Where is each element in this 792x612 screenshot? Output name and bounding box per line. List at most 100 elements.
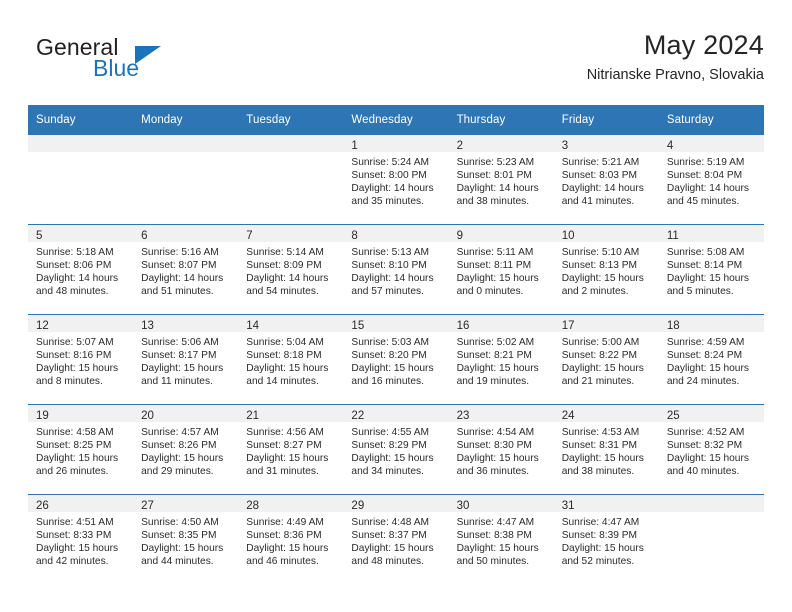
sunrise-text: Sunrise: 5:13 AM [351, 247, 430, 258]
calendar-day-cell[interactable]: 31 Sunrise: 4:47 AM Sunset: 8:39 PM Dayligh… [553, 494, 659, 584]
calendar-day-cell[interactable]: 10 Sunrise: 5:10 AM Sunset: 8:13 PM Dayligh… [553, 224, 659, 315]
daylight-text: Daylight: 14 hours and 48 minutes. [36, 273, 119, 298]
calendar-day-cell[interactable]: 11 Sunrise: 5:08 AM Sunset: 8:14 PM Dayligh… [658, 224, 764, 315]
day-17: 17 Sunrise: 5:00 AM Sunset: 8:22 PM Dayligh… [553, 315, 659, 404]
day-number-band: 15 [343, 315, 449, 332]
day-10: 10 Sunrise: 5:10 AM Sunset: 8:13 PM Dayligh… [553, 225, 659, 314]
daylight-text: Daylight: 15 hours and 40 minutes. [666, 453, 749, 478]
daylight-text: Daylight: 15 hours and 0 minutes. [456, 273, 539, 298]
day-details: Sunrise: 4:56 AM Sunset: 8:27 PM Daylight:… [238, 422, 343, 478]
weekday-header-monday: Monday [133, 105, 239, 135]
sunset-text: Sunset: 8:39 PM [561, 530, 638, 542]
day-number: 5 [36, 230, 43, 242]
calendar-day-cell[interactable]: 23 Sunrise: 4:54 AM Sunset: 8:30 PM Dayligh… [448, 404, 554, 495]
calendar-day-cell[interactable]: 29 Sunrise: 4:48 AM Sunset: 8:37 PM Dayligh… [343, 494, 449, 584]
day-details: Sunrise: 5:03 AM Sunset: 8:20 PM Daylight:… [343, 332, 448, 388]
calendar-day-cell[interactable]: 3 Sunrise: 5:21 AM Sunset: 8:03 PM Daylight… [553, 135, 659, 225]
calendar-day-cell[interactable]: 9 Sunrise: 5:11 AM Sunset: 8:11 PM Daylight… [448, 224, 554, 315]
day-number-band: 4 [658, 135, 764, 152]
day-number: 14 [246, 320, 260, 332]
sunrise-text: Sunrise: 4:47 AM [561, 517, 640, 528]
weekday-header-wednesday: Wednesday [343, 105, 449, 135]
calendar-day-cell[interactable]: 26 Sunrise: 4:51 AM Sunset: 8:33 PM Dayligh… [28, 494, 134, 584]
calendar-day-cell[interactable]: 25 Sunrise: 4:52 AM Sunset: 8:32 PM Dayligh… [658, 404, 764, 495]
sunrise-text: Sunrise: 5:24 AM [351, 157, 430, 168]
day-15: 15 Sunrise: 5:03 AM Sunset: 8:20 PM Dayligh… [343, 315, 449, 404]
calendar-day-cell[interactable]: 28 Sunrise: 4:49 AM Sunset: 8:36 PM Dayligh… [238, 494, 344, 584]
daylight-text: Daylight: 15 hours and 2 minutes. [561, 273, 644, 298]
calendar-day-cell[interactable]: 24 Sunrise: 4:53 AM Sunset: 8:31 PM Dayligh… [553, 404, 659, 495]
calendar-day-cell[interactable]: 1 Sunrise: 5:24 AM Sunset: 8:00 PM Daylight… [343, 135, 449, 225]
daylight-text: Daylight: 14 hours and 45 minutes. [666, 183, 749, 208]
calendar-day-cell[interactable]: 2 Sunrise: 5:23 AM Sunset: 8:01 PM Daylight… [448, 135, 554, 225]
daylight-text: Daylight: 15 hours and 21 minutes. [561, 363, 644, 388]
daylight-text: Daylight: 15 hours and 16 minutes. [351, 363, 434, 388]
sunset-text: Sunset: 8:03 PM [561, 170, 638, 182]
day-number: 1 [351, 140, 358, 152]
sunset-text: Sunset: 8:16 PM [36, 350, 112, 362]
calendar-day-cell[interactable]: 8 Sunrise: 5:13 AM Sunset: 8:10 PM Daylight… [343, 224, 449, 315]
calendar-day-cell[interactable]: 15 Sunrise: 5:03 AM Sunset: 8:20 PM Dayligh… [343, 314, 449, 405]
day-number-band: 30 [448, 495, 554, 512]
calendar-day-cell[interactable]: 21 Sunrise: 4:56 AM Sunset: 8:27 PM Dayligh… [238, 404, 344, 495]
daylight-text: Daylight: 14 hours and 41 minutes. [561, 183, 644, 208]
calendar-day-cell[interactable]: 17 Sunrise: 5:00 AM Sunset: 8:22 PM Dayligh… [553, 314, 659, 405]
sunset-text: Sunset: 8:10 PM [351, 260, 427, 272]
calendar-day-cell[interactable]: 13 Sunrise: 5:06 AM Sunset: 8:17 PM Dayligh… [133, 314, 239, 405]
day-number: 25 [666, 410, 680, 422]
sunset-text: Sunset: 8:35 PM [141, 530, 217, 542]
calendar-day-cell[interactable]: 7 Sunrise: 5:14 AM Sunset: 8:09 PM Daylight… [238, 224, 344, 315]
sunrise-text: Sunrise: 5:02 AM [456, 337, 535, 348]
sunrise-text: Sunrise: 5:06 AM [141, 337, 219, 348]
day-number-band: 2 [448, 135, 554, 152]
day-details: Sunrise: 5:04 AM Sunset: 8:18 PM Daylight:… [238, 332, 343, 388]
day-details: Sunrise: 4:54 AM Sunset: 8:30 PM Daylight:… [449, 422, 554, 478]
sunset-text: Sunset: 8:04 PM [666, 170, 743, 182]
calendar-day-cell[interactable] [28, 135, 134, 225]
calendar-day-cell[interactable]: 30 Sunrise: 4:47 AM Sunset: 8:38 PM Dayligh… [448, 494, 554, 584]
daylight-text: Daylight: 15 hours and 11 minutes. [141, 363, 224, 388]
day-details: Sunrise: 4:53 AM Sunset: 8:31 PM Daylight:… [554, 422, 659, 478]
calendar-day-cell[interactable] [133, 135, 239, 225]
calendar-day-cell[interactable] [238, 135, 344, 225]
weekday-header-sunday: Sunday [28, 105, 134, 135]
day-21: 21 Sunrise: 4:56 AM Sunset: 8:27 PM Dayligh… [238, 405, 344, 494]
calendar-day-cell[interactable]: 18 Sunrise: 4:59 AM Sunset: 8:24 PM Dayligh… [658, 314, 764, 405]
weekday-header-thursday: Thursday [448, 105, 554, 135]
calendar-day-cell[interactable]: 6 Sunrise: 5:16 AM Sunset: 8:07 PM Daylight… [133, 224, 239, 315]
day-24: 24 Sunrise: 4:53 AM Sunset: 8:31 PM Dayligh… [553, 405, 659, 494]
sunrise-text: Sunrise: 5:08 AM [666, 247, 745, 258]
day-number: 29 [351, 500, 365, 512]
calendar-day-cell[interactable] [658, 494, 764, 584]
day-number-band: 27 [133, 495, 239, 512]
calendar-day-cell[interactable]: 20 Sunrise: 4:57 AM Sunset: 8:26 PM Dayligh… [133, 404, 239, 495]
day-13: 13 Sunrise: 5:06 AM Sunset: 8:17 PM Dayligh… [133, 315, 239, 404]
sunset-text: Sunset: 8:20 PM [351, 350, 427, 362]
day-details: Sunrise: 4:47 AM Sunset: 8:39 PM Daylight:… [554, 512, 659, 568]
calendar-day-cell[interactable]: 16 Sunrise: 5:02 AM Sunset: 8:21 PM Dayligh… [448, 314, 554, 405]
day-number-band [28, 135, 134, 152]
day-18: 18 Sunrise: 4:59 AM Sunset: 8:24 PM Dayligh… [658, 315, 764, 404]
day-number-band: 10 [553, 225, 659, 242]
calendar-day-cell[interactable]: 12 Sunrise: 5:07 AM Sunset: 8:16 PM Dayligh… [28, 314, 134, 405]
day-1: 1 Sunrise: 5:24 AM Sunset: 8:00 PM Daylight… [343, 135, 449, 224]
page-subtitle: Nitrianske Pravno, Slovakia [586, 67, 764, 83]
calendar-day-cell[interactable]: 27 Sunrise: 4:50 AM Sunset: 8:35 PM Dayligh… [133, 494, 239, 584]
calendar-day-cell[interactable]: 19 Sunrise: 4:58 AM Sunset: 8:25 PM Dayligh… [28, 404, 134, 495]
daylight-text: Daylight: 15 hours and 46 minutes. [246, 543, 329, 568]
day-number: 2 [456, 140, 463, 152]
day-number-band: 12 [28, 315, 134, 332]
day-number-band [238, 135, 344, 152]
day-2: 2 Sunrise: 5:23 AM Sunset: 8:01 PM Daylight… [448, 135, 554, 224]
day-details: Sunrise: 5:14 AM Sunset: 8:09 PM Daylight:… [238, 242, 343, 298]
daylight-text: Daylight: 15 hours and 14 minutes. [246, 363, 329, 388]
general-blue-logo: General Blue [36, 34, 266, 90]
calendar-day-cell[interactable]: 22 Sunrise: 4:55 AM Sunset: 8:29 PM Dayligh… [343, 404, 449, 495]
day-number-band: 11 [658, 225, 764, 242]
weekday-header-friday: Friday [553, 105, 659, 135]
day-number: 23 [456, 410, 470, 422]
calendar-day-cell[interactable]: 5 Sunrise: 5:18 AM Sunset: 8:06 PM Daylight… [28, 224, 134, 315]
calendar-day-cell[interactable]: 4 Sunrise: 5:19 AM Sunset: 8:04 PM Daylight… [658, 135, 764, 225]
daylight-text: Daylight: 14 hours and 51 minutes. [141, 273, 224, 298]
calendar-day-cell[interactable]: 14 Sunrise: 5:04 AM Sunset: 8:18 PM Dayligh… [238, 314, 344, 405]
